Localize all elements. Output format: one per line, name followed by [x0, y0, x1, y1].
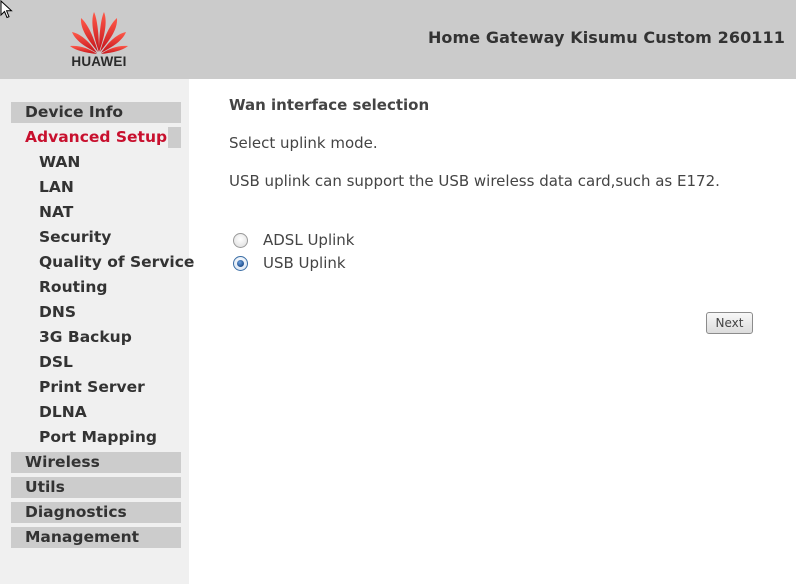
sidebar-item-device-info[interactable]: Device Info [11, 102, 181, 123]
adsl-uplink-label[interactable]: ADSL Uplink [263, 231, 355, 249]
sidebar-item-print-server[interactable]: Print Server [39, 377, 145, 398]
huawei-petals-icon [70, 12, 128, 54]
sidebar-item-advanced-setup[interactable]: Advanced Setup [11, 127, 181, 148]
sidebar-item-port-mapping[interactable]: Port Mapping [39, 427, 157, 448]
sidebar-item-label: Utils [25, 478, 65, 496]
sidebar-item-utils[interactable]: Utils [11, 477, 181, 498]
mouse-cursor-icon [0, 0, 13, 19]
section-title: Wan interface selection [229, 96, 430, 114]
header: HUAWEI Home Gateway Kisumu Custom 260111 [0, 0, 796, 79]
sidebar-item-nat[interactable]: NAT [39, 202, 73, 223]
sidebar-item-label: Advanced Setup [11, 127, 169, 148]
sidebar-item-diagnostics[interactable]: Diagnostics [11, 502, 181, 523]
sidebar-item-lan[interactable]: LAN [39, 177, 74, 198]
sidebar-item-3g-backup[interactable]: 3G Backup [39, 327, 132, 348]
sidebar-item-label: WAN [39, 153, 81, 171]
sidebar-item-label: Device Info [25, 103, 124, 121]
sidebar-item-label: Management [25, 528, 140, 546]
sidebar-item-label: LAN [39, 178, 74, 196]
sidebar-item-label: DSL [39, 353, 73, 371]
sidebar-item-dns[interactable]: DNS [39, 302, 76, 323]
sidebar-item-wireless[interactable]: Wireless [11, 452, 181, 473]
brand-name: HUAWEI [71, 54, 127, 69]
adsl-uplink-option[interactable]: ADSL Uplink [233, 230, 355, 250]
sidebar-item-label: Diagnostics [25, 503, 127, 521]
adsl-uplink-radio[interactable] [233, 232, 248, 248]
usb-uplink-radio[interactable] [233, 255, 248, 271]
page-header-title: Home Gateway Kisumu Custom 260111 [427, 28, 785, 47]
sidebar-item-routing[interactable]: Routing [39, 277, 107, 298]
huawei-logo: HUAWEI [62, 8, 136, 70]
next-button[interactable]: Next [706, 312, 753, 334]
usb-uplink-label[interactable]: USB Uplink [263, 254, 346, 272]
sidebar-item-label: Port Mapping [39, 428, 157, 446]
sidebar-item-security[interactable]: Security [39, 227, 111, 248]
sidebar-nav: Device Info Advanced Setup WAN LAN NAT S… [0, 79, 194, 584]
sidebar-item-dsl[interactable]: DSL [39, 352, 73, 373]
sidebar-item-label: Quality of Service [39, 253, 195, 271]
sidebar-item-label: NAT [39, 203, 74, 221]
sidebar-item-dlna[interactable]: DLNA [39, 402, 87, 423]
sidebar-item-management[interactable]: Management [11, 527, 181, 548]
sidebar-item-label: DLNA [39, 403, 87, 421]
usb-note-text: USB uplink can support the USB wireless … [229, 172, 720, 190]
sidebar-item-label: DNS [39, 303, 77, 321]
sidebar-item-label: Security [39, 228, 112, 246]
sidebar-item-quality-of-service[interactable]: Quality of Service [39, 252, 194, 273]
usb-uplink-option[interactable]: USB Uplink [233, 253, 346, 273]
sidebar-item-label: Print Server [39, 378, 145, 396]
instruction-text: Select uplink mode. [229, 134, 378, 152]
sidebar-item-label: 3G Backup [39, 328, 132, 346]
sidebar-item-label: Wireless [25, 453, 100, 471]
sidebar-item-label: Routing [39, 278, 108, 296]
sidebar-item-wan[interactable]: WAN [39, 152, 80, 173]
